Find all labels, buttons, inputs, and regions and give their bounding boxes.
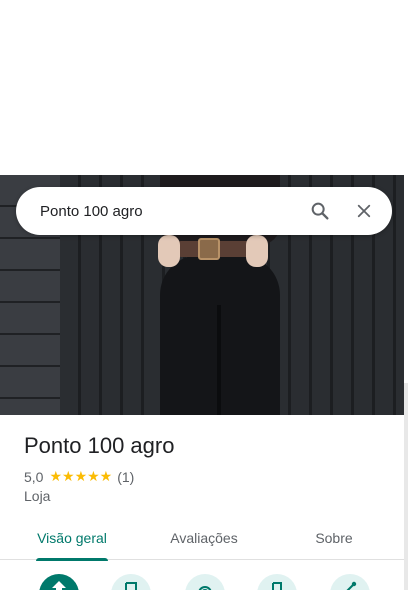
search-icon[interactable]	[298, 189, 342, 233]
tab-overview[interactable]: Visão geral	[0, 516, 144, 561]
search-bar[interactable]: Ponto 100 agro	[16, 187, 392, 235]
tab-about-label: Sobre	[315, 530, 353, 546]
tab-reviews-label: Avaliações	[170, 530, 238, 546]
nearby-button[interactable]	[185, 574, 225, 590]
tab-selected-indicator	[36, 558, 108, 561]
share-icon	[342, 580, 358, 590]
rating-row[interactable]: 5,0 ★★★★★ (1)	[24, 468, 134, 485]
tab-about[interactable]: Sobre	[264, 516, 404, 560]
place-name: Ponto 100 agro	[24, 433, 175, 458]
nearby-icon	[197, 580, 213, 590]
phone-icon	[270, 580, 284, 590]
place-category[interactable]: Loja	[24, 488, 50, 504]
share-button[interactable]	[330, 574, 370, 590]
star-rating-icon: ★★★★★	[49, 468, 113, 484]
search-input[interactable]: Ponto 100 agro	[16, 203, 298, 220]
save-button[interactable]	[111, 574, 151, 590]
review-count[interactable]: (1)	[117, 469, 134, 485]
scrollbar[interactable]	[404, 383, 408, 590]
action-buttons	[0, 574, 404, 590]
phone-button[interactable]	[257, 574, 297, 590]
save-icon	[124, 580, 138, 590]
tab-bar: Visão geral Avaliações Sobre	[0, 516, 404, 561]
tab-reviews[interactable]: Avaliações	[144, 516, 264, 560]
directions-icon	[51, 580, 67, 590]
close-icon[interactable]	[342, 189, 386, 233]
rating-value: 5,0	[24, 468, 44, 485]
directions-button[interactable]	[39, 574, 79, 590]
tab-overview-label: Visão geral	[37, 530, 107, 546]
